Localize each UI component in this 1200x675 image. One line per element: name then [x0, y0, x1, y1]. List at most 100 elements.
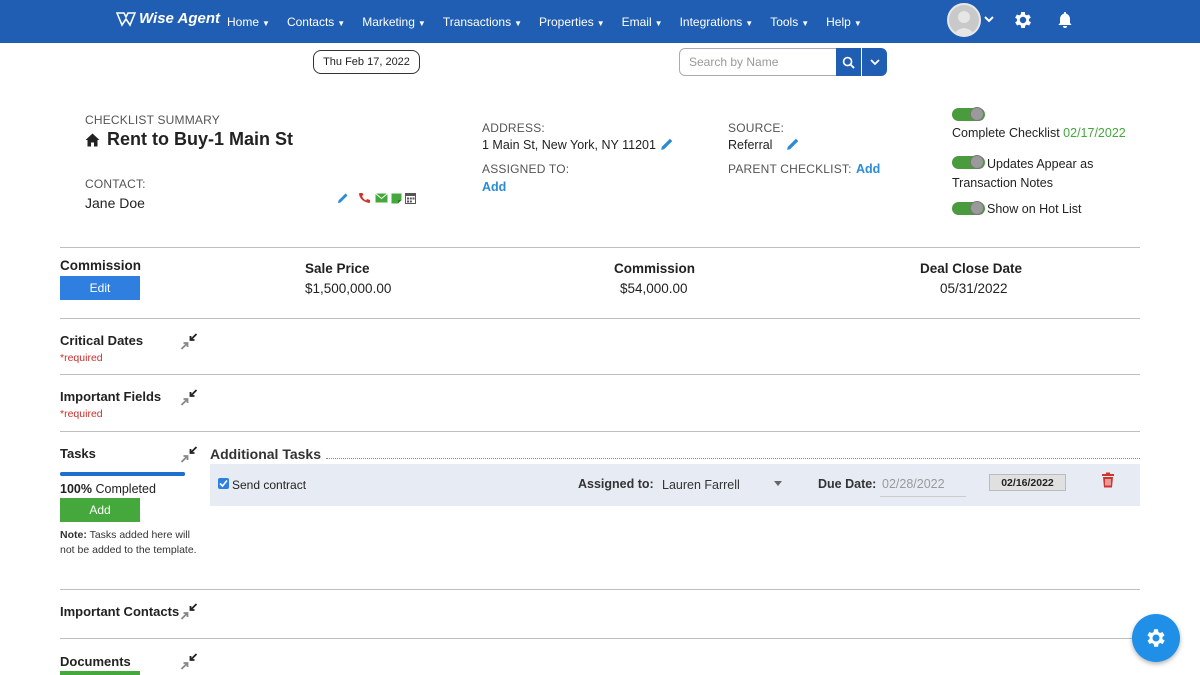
tasks-progress-bar [60, 472, 185, 476]
critical-dates-title: Critical Dates [60, 333, 144, 348]
nav-properties[interactable]: Properties ▼ [539, 15, 605, 29]
deal-close-label: Deal Close Date [920, 261, 1023, 276]
chevron-down-icon [869, 59, 880, 66]
address-value: 1 Main St, New York, NY 11201 [482, 138, 656, 152]
caret-down-icon [774, 481, 782, 486]
nav-marketing[interactable]: Marketing ▼ [362, 15, 426, 29]
divider [60, 431, 1140, 432]
caret-down-icon: ▼ [853, 18, 862, 28]
nav-integrations[interactable]: Integrations ▼ [680, 15, 754, 29]
bell-icon[interactable] [1057, 11, 1073, 29]
search-icon [842, 56, 855, 69]
parent-checklist-add-link[interactable]: Add [856, 162, 880, 176]
assigned-to-label: ASSIGNED TO: [482, 162, 570, 176]
search-input[interactable]: Search by Name [679, 48, 837, 76]
contact-label: CONTACT: [85, 177, 146, 191]
collapse-arrows-icon[interactable] [180, 389, 198, 406]
nav-home[interactable]: Home ▼ [227, 15, 270, 29]
parent-checklist-label: PARENT CHECKLIST: [728, 162, 852, 176]
commission-label: Commission [614, 261, 696, 276]
email-icon[interactable] [375, 193, 388, 203]
add-task-button[interactable]: Add [60, 498, 140, 522]
collapse-arrows-icon[interactable] [180, 333, 198, 350]
required-note: *required [60, 408, 103, 420]
nav-email[interactable]: Email ▼ [622, 15, 663, 29]
logo-icon [116, 11, 136, 27]
tasks-note: Note: Tasks added here will not be added… [60, 529, 197, 556]
checkmark-icon [219, 479, 228, 488]
updates-transaction-notes-toggle[interactable] [952, 155, 985, 169]
important-contacts-title: Important Contacts [60, 604, 180, 619]
tasks-title: Tasks [60, 446, 96, 461]
caret-down-icon: ▼ [417, 18, 426, 28]
caret-down-icon: ▼ [262, 18, 270, 28]
collapse-arrows-icon[interactable] [180, 653, 198, 670]
hot-list-toggle[interactable] [952, 201, 985, 215]
sale-price-label: Sale Price [305, 261, 370, 276]
logo-text: Wise Agent [139, 10, 220, 27]
hot-list-label: Show on Hot List [987, 202, 1082, 216]
current-date-button[interactable]: Thu Feb 17, 2022 [313, 50, 420, 74]
page-title: Rent to Buy-1 Main St [85, 129, 293, 150]
collapse-arrows-icon[interactable] [180, 446, 198, 463]
gear-icon [1147, 629, 1165, 647]
divider [60, 318, 1140, 319]
calendar-icon[interactable] [405, 192, 416, 204]
important-fields-title: Important Fields [60, 389, 162, 404]
edit-pencil-icon[interactable] [660, 137, 674, 151]
complete-checklist-text: Complete Checklist 02/17/2022 [952, 126, 1126, 140]
tasks-progress-text: 100% Completed [60, 482, 156, 496]
task-due-date-input[interactable]: 02/28/2022 [880, 472, 966, 497]
task-completed-date[interactable]: 02/16/2022 [989, 474, 1066, 491]
commission-title: Commission [60, 258, 142, 273]
required-note: *required [60, 352, 103, 364]
updates-toggle-label-2: Transaction Notes [952, 176, 1053, 190]
edit-commission-button[interactable]: Edit [60, 276, 140, 300]
divider [60, 589, 1140, 590]
phone-icon[interactable] [358, 192, 372, 204]
nav-contacts[interactable]: Contacts ▼ [287, 15, 345, 29]
main-menu: Home ▼ Contacts ▼ Marketing ▼ Transactions ▼… [227, 0, 879, 43]
complete-checklist-toggle[interactable] [952, 107, 985, 121]
task-assignee-select[interactable]: Lauren Farrell [658, 472, 788, 498]
edit-pencil-icon[interactable] [786, 137, 800, 151]
nav-tools[interactable]: Tools ▼ [770, 15, 809, 29]
source-value: Referral [728, 138, 773, 152]
collapse-arrows-icon[interactable] [180, 603, 198, 620]
edit-pencil-icon[interactable] [337, 192, 349, 204]
caret-down-icon: ▼ [801, 18, 810, 28]
contact-name: Jane Doe [85, 195, 145, 211]
wise-agent-logo[interactable]: Wise Agent [116, 10, 220, 27]
contact-actions [337, 192, 416, 204]
note-icon[interactable] [391, 193, 402, 204]
search-button[interactable] [836, 48, 861, 76]
checklist-summary-label: CHECKLIST SUMMARY [85, 113, 220, 127]
trash-icon[interactable] [1101, 472, 1115, 488]
task-complete-checkbox[interactable] [218, 478, 229, 489]
caret-down-icon: ▼ [596, 18, 605, 28]
user-avatar[interactable] [947, 3, 981, 37]
chevron-down-icon[interactable] [983, 13, 995, 25]
updates-toggle-label-1: Updates Appear as [987, 157, 1094, 171]
commission-value: $54,000.00 [620, 281, 688, 296]
top-navbar: Wise Agent Home ▼ Contacts ▼ Marketing ▼ Tr… [0, 0, 1200, 43]
gear-icon[interactable] [1012, 9, 1034, 31]
assigned-to-add-link[interactable]: Add [482, 180, 506, 194]
task-assigned-label: Assigned to: [578, 477, 654, 491]
tasks-progress-fill [60, 472, 185, 476]
task-row: Send contract Assigned to: Lauren Farrel… [210, 464, 1140, 506]
divider [60, 638, 1140, 639]
search-options-dropdown[interactable] [862, 48, 887, 76]
task-due-label: Due Date: [818, 477, 877, 491]
additional-tasks-title: Additional Tasks [210, 446, 321, 462]
task-name: Send contract [232, 478, 307, 492]
nav-help[interactable]: Help ▼ [826, 15, 862, 29]
documents-add-button[interactable] [60, 671, 140, 675]
settings-fab-button[interactable] [1132, 614, 1180, 662]
caret-down-icon: ▼ [654, 18, 663, 28]
dotted-divider [326, 458, 1140, 459]
caret-down-icon: ▼ [514, 18, 522, 28]
nav-transactions[interactable]: Transactions ▼ [443, 15, 522, 29]
address-label: ADDRESS: [482, 121, 545, 135]
sale-price-value: $1,500,000.00 [305, 281, 392, 296]
